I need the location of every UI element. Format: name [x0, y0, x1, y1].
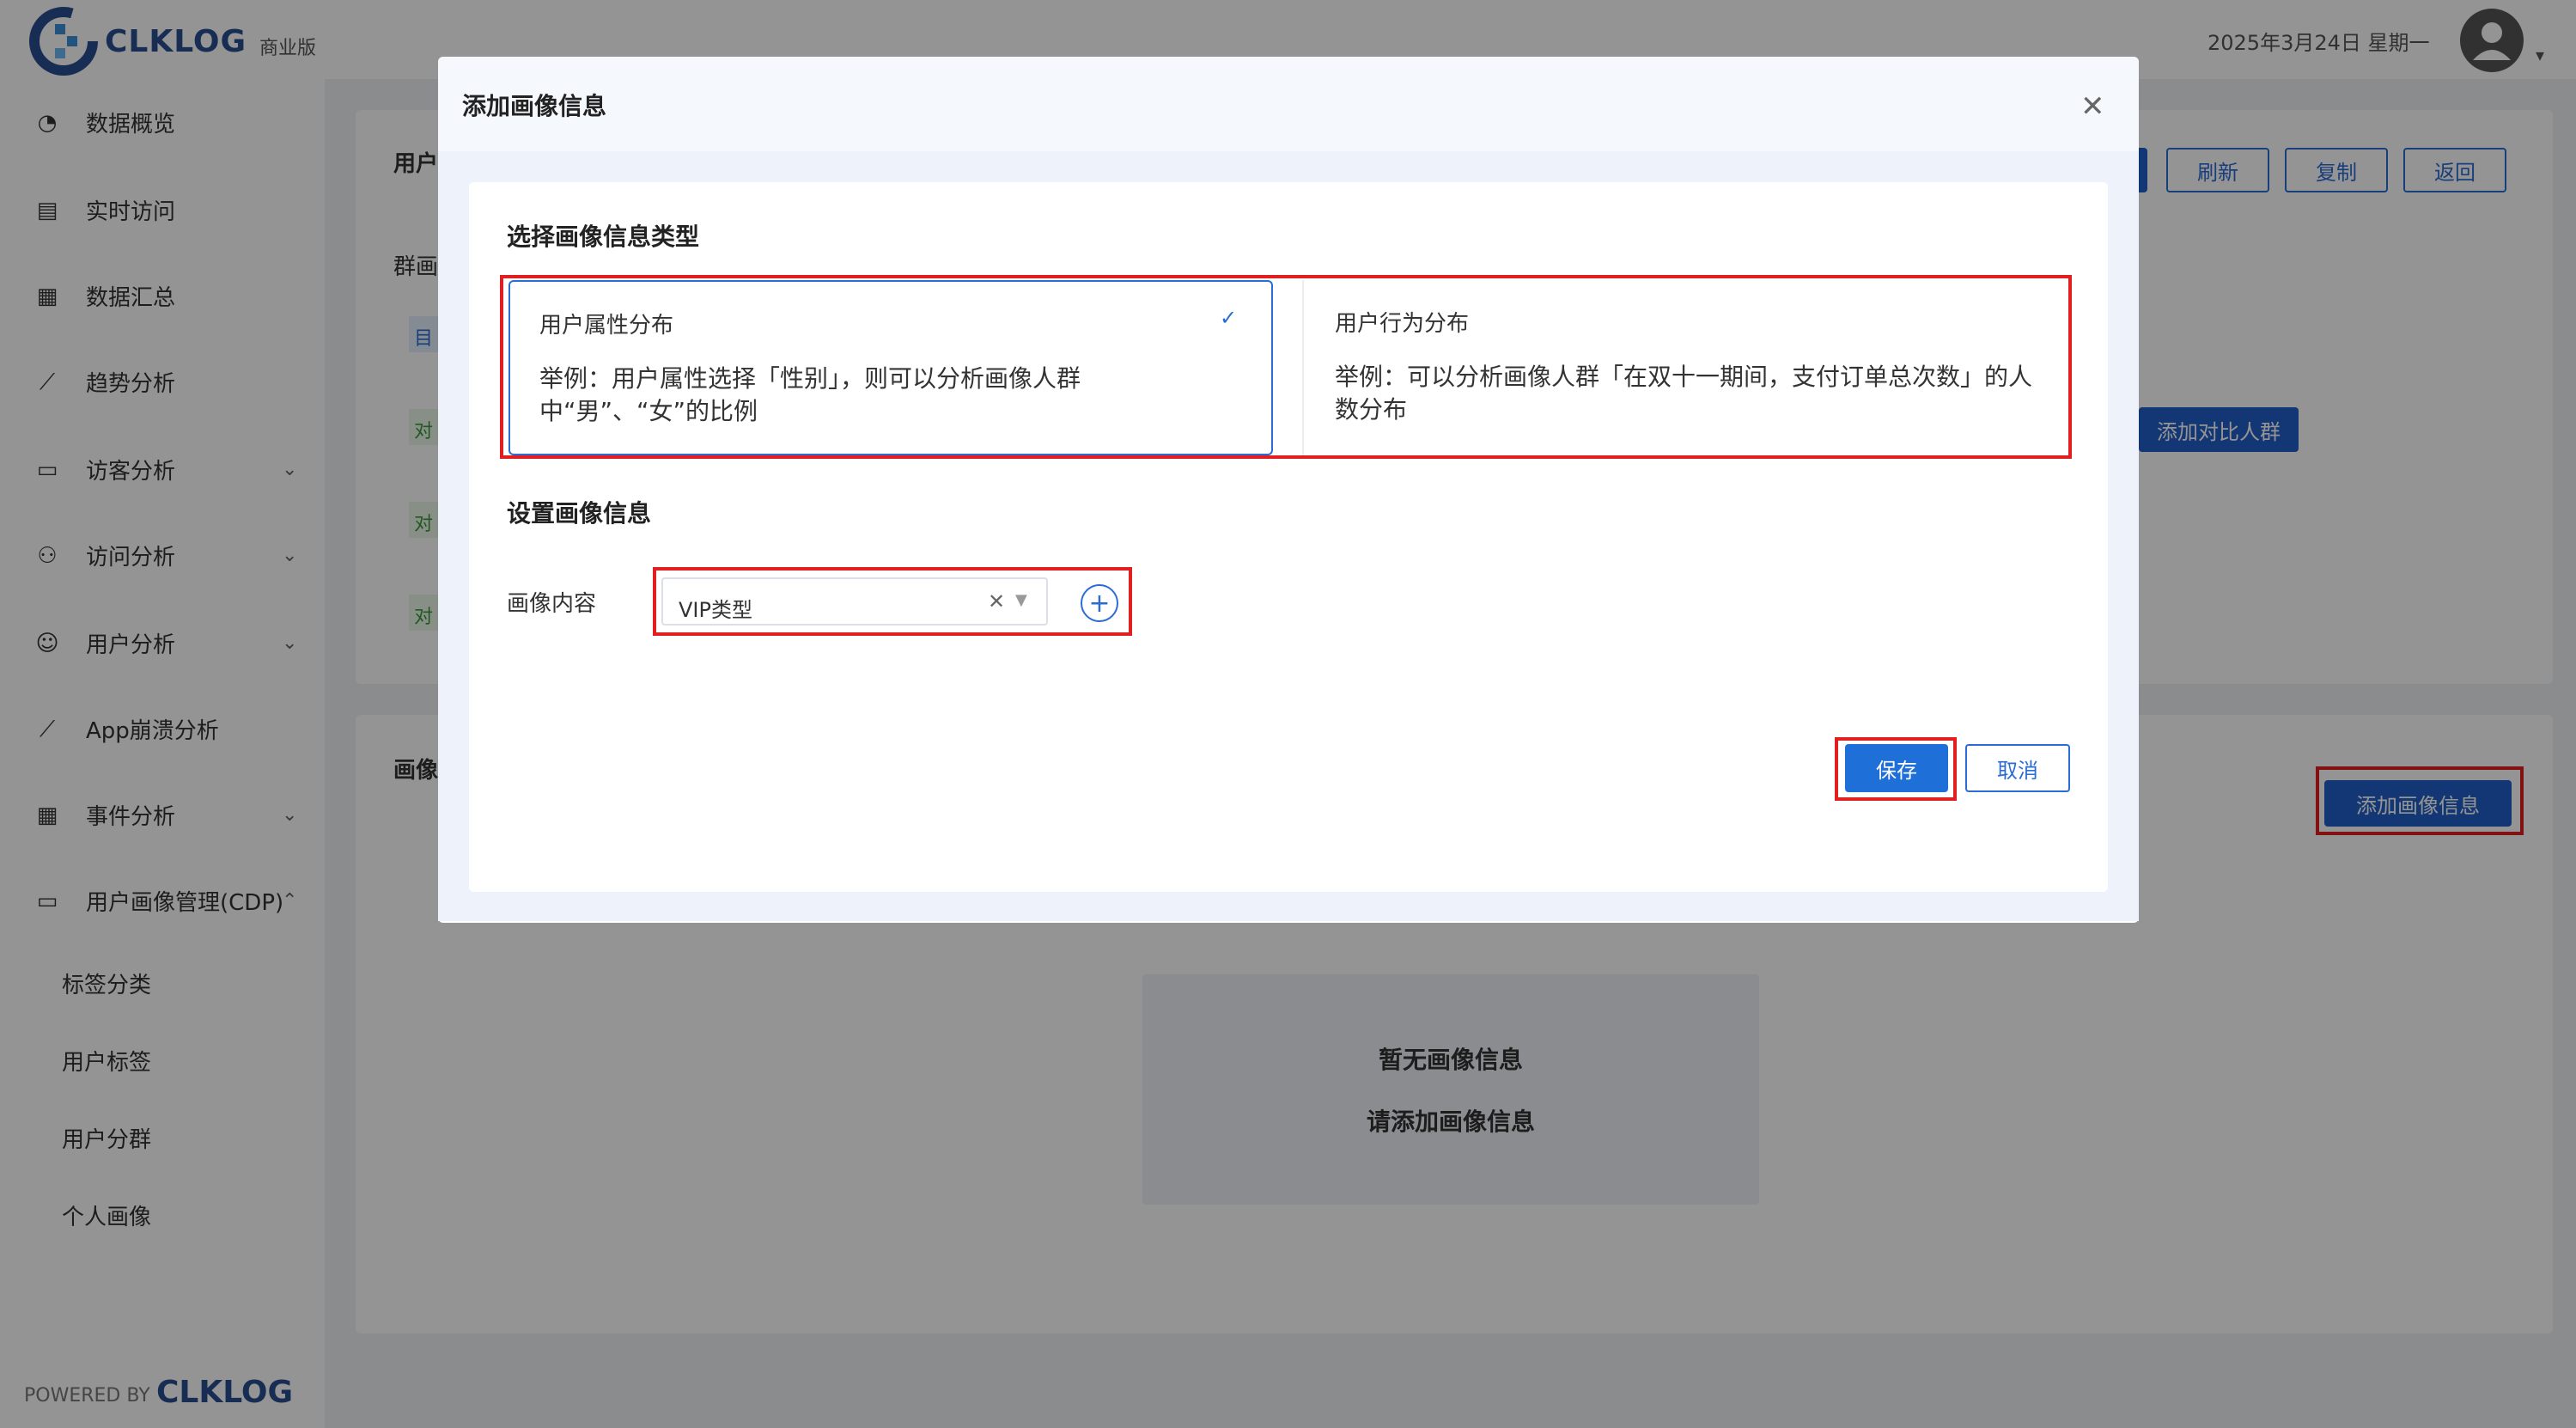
- close-icon[interactable]: ✕: [2080, 89, 2105, 124]
- add-icon[interactable]: +: [1081, 584, 1118, 622]
- profile-content-label: 画像内容: [507, 591, 597, 617]
- select-value: VIP类型: [679, 598, 752, 622]
- check-icon: ✓: [1220, 306, 1238, 330]
- save-button[interactable]: 保存: [1845, 744, 1948, 792]
- option-user-attribute[interactable]: 用户属性分布 举例：用户属性选择「性别」，则可以分析画像人群中“男”、“女”的比…: [509, 280, 1273, 455]
- clear-icon[interactable]: ✕: [988, 589, 1005, 613]
- section-title-settings: 设置画像信息: [507, 499, 652, 528]
- option-description: 举例：可以分析画像人群「在双十一期间，支付订单总次数」的人数分布: [1335, 363, 2033, 424]
- option-description: 举例：用户属性选择「性别」，则可以分析画像人群中“男”、“女”的比例: [539, 364, 1081, 425]
- option-title: 用户行为分布: [1335, 311, 1470, 337]
- dialog-title: 添加画像信息: [462, 92, 607, 120]
- dialog-header: [438, 57, 2139, 151]
- option-title: 用户属性分布: [539, 313, 674, 339]
- caret-down-icon[interactable]: ▼: [1015, 591, 1027, 609]
- option-user-behavior[interactable]: 用户行为分布 举例：可以分析画像人群「在双十一期间，支付订单总次数」的人数分布: [1302, 280, 2063, 455]
- cancel-button[interactable]: 取消: [1965, 744, 2070, 792]
- section-title-type: 选择画像信息类型: [507, 223, 700, 251]
